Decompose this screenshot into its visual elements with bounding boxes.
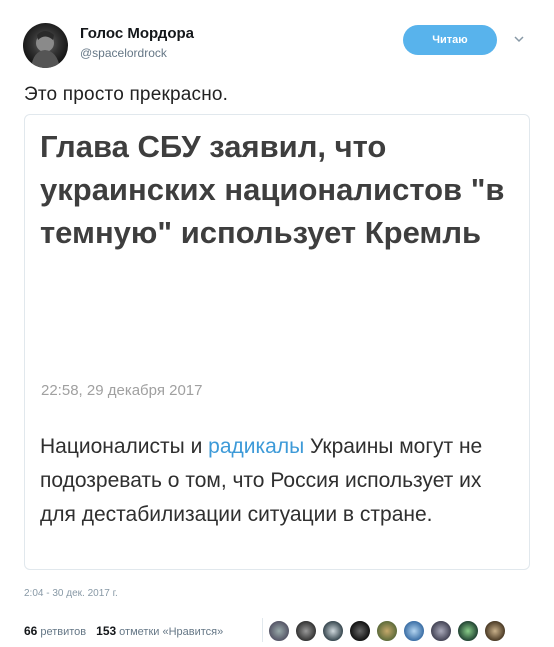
liker-avatar[interactable]: [403, 620, 425, 642]
liker-avatar[interactable]: [322, 620, 344, 642]
stats-divider: [262, 618, 263, 642]
user-avatar[interactable]: [23, 23, 68, 68]
tweet-header: Голос Мордора @spacelordrock Читаю: [20, 18, 534, 68]
avatar-image: [31, 31, 60, 68]
article-date: 22:58, 29 декабря 2017: [41, 382, 203, 399]
liker-avatar[interactable]: [430, 620, 452, 642]
likers-avatars: [268, 620, 511, 642]
liker-avatar[interactable]: [349, 620, 371, 642]
tweet-text: Это просто прекрасно.: [24, 84, 229, 105]
article-headline: Глава СБУ заявил, что украинских национа…: [40, 129, 505, 250]
retweets-label[interactable]: ретвитов: [40, 626, 86, 638]
article-link[interactable]: радикалы: [208, 435, 304, 458]
chevron-down-icon[interactable]: [512, 32, 526, 46]
likes-count[interactable]: 153: [96, 624, 116, 638]
liker-avatar[interactable]: [457, 620, 479, 642]
article-body: Националисты и радикалы Украины могут не…: [40, 430, 520, 532]
article-body-start: Националисты и: [40, 435, 209, 458]
user-name[interactable]: Голос Мордора: [80, 25, 194, 42]
follow-button[interactable]: Читаю: [403, 25, 497, 55]
tweet-timestamp[interactable]: 2:04 - 30 дек. 2017 г.: [24, 588, 118, 599]
retweets-count[interactable]: 66: [24, 624, 37, 638]
liker-avatar[interactable]: [268, 620, 290, 642]
liker-avatar[interactable]: [484, 620, 506, 642]
likes-label[interactable]: отметки «Нравится»: [119, 626, 223, 638]
tweet-stats: 66 ретвитов 153 отметки «Нравится»: [24, 624, 223, 638]
article-card[interactable]: Глава СБУ заявил, что украинских национа…: [24, 114, 530, 570]
liker-avatar[interactable]: [376, 620, 398, 642]
user-handle[interactable]: @spacelordrock: [80, 46, 167, 60]
liker-avatar[interactable]: [295, 620, 317, 642]
